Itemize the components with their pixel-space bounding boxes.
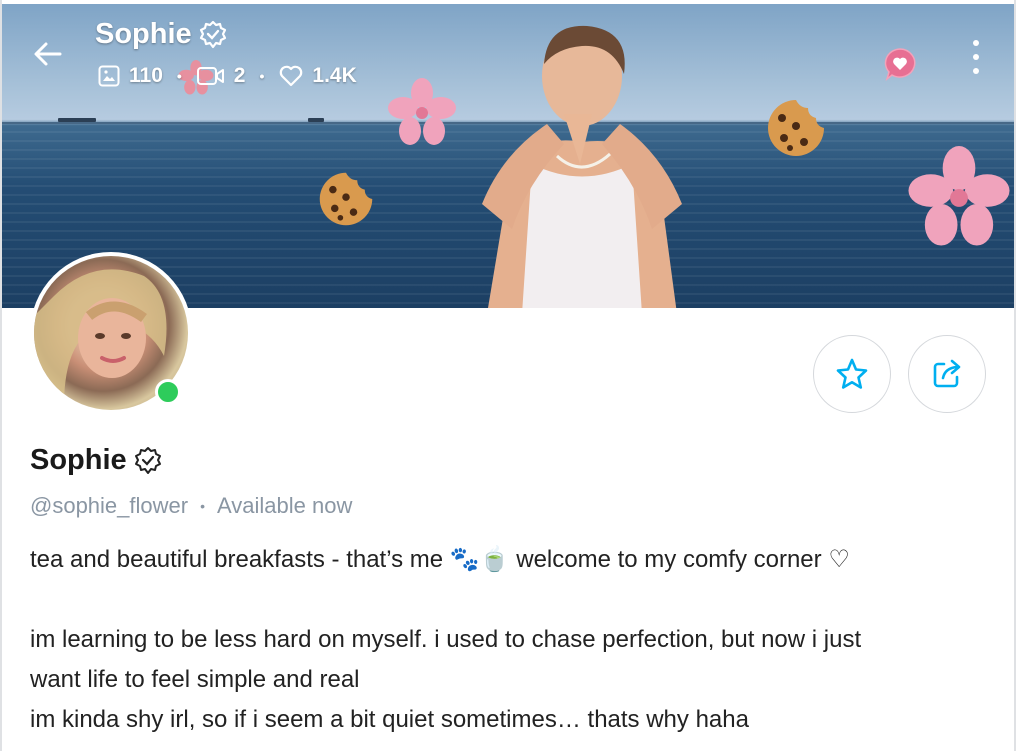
verified-badge-icon xyxy=(134,446,161,474)
cookie-sticker xyxy=(768,100,824,156)
bio-line: im kinda shy irl, so if i seem a bit qui… xyxy=(30,706,749,733)
bio-line: want life to feel simple and real xyxy=(30,666,360,693)
image-icon xyxy=(98,65,120,87)
share-icon xyxy=(933,359,961,388)
bio-line: tea and beautiful breakfasts - that’s me… xyxy=(30,546,850,573)
heart-bubble-icon[interactable] xyxy=(882,46,918,82)
cover-title: Sophie xyxy=(95,18,228,51)
cover-image: Sophie 110 • 2 • 1.4K xyxy=(2,4,1014,308)
more-vertical-icon[interactable] xyxy=(966,40,986,74)
separator-dot: • xyxy=(200,498,205,514)
handle-row: @sophie_flower • Available now xyxy=(30,493,352,519)
photos-count: 110 xyxy=(129,64,163,87)
heart-outline-icon xyxy=(280,65,303,87)
profile-bio: tea and beautiful breakfasts - that’s me… xyxy=(30,540,990,740)
arrow-left-icon[interactable] xyxy=(30,36,66,72)
profile-name: Sophie xyxy=(30,444,127,476)
online-status-dot xyxy=(155,379,181,405)
cover-top-bar: Sophie 110 • 2 • 1.4K xyxy=(2,4,1014,94)
videos-count: 2 xyxy=(233,64,246,87)
cover-stats: 110 • 2 • 1.4K xyxy=(97,64,357,88)
availability-status: Available now xyxy=(217,493,353,518)
cover-name: Sophie xyxy=(95,18,192,50)
bio-line: im learning to be less hard on myself. i… xyxy=(30,626,862,653)
share-button[interactable] xyxy=(908,335,986,413)
bio-line xyxy=(30,580,990,620)
profile-handle[interactable]: @sophie_flower xyxy=(30,493,188,519)
verified-badge-icon xyxy=(199,20,226,48)
distant-ship xyxy=(308,118,324,122)
flower-sticker xyxy=(908,146,1010,246)
separator-dot: • xyxy=(259,68,265,84)
video-icon xyxy=(196,67,224,85)
profile-name-row: Sophie xyxy=(30,444,163,477)
separator-dot: • xyxy=(176,68,182,84)
likes-count: 1.4K xyxy=(312,64,357,87)
distant-ship xyxy=(58,118,96,122)
cookie-sticker xyxy=(319,172,373,226)
star-outline-icon xyxy=(836,358,868,389)
favorite-button[interactable] xyxy=(813,335,891,413)
